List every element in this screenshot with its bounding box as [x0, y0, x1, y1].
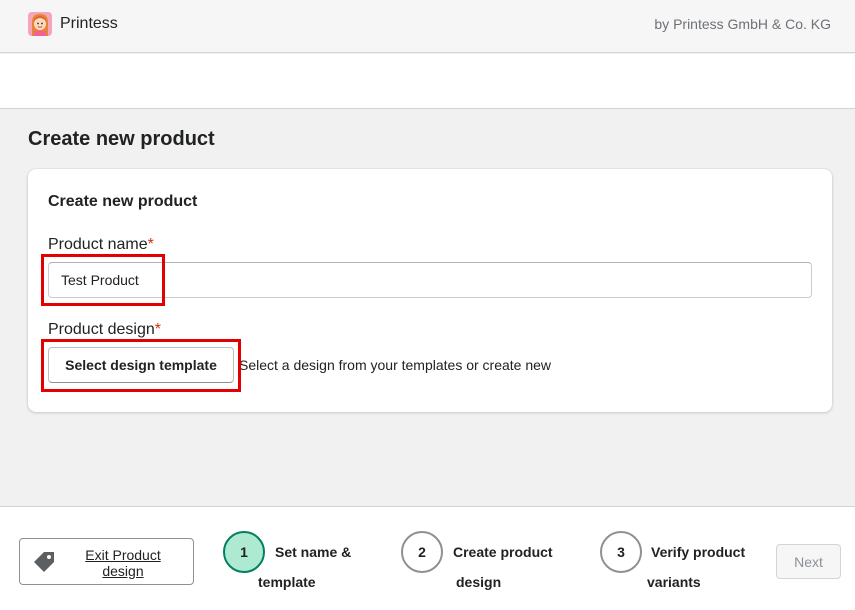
product-design-label-text: Product design — [48, 321, 155, 338]
step-2-circle: 2 — [401, 531, 443, 573]
required-marker: * — [154, 321, 161, 338]
step-3-label-line1: Verify product — [651, 544, 746, 560]
step-3-label-line2: variants — [647, 574, 701, 590]
printess-logo-icon — [28, 12, 52, 36]
select-design-hint: Select a design from your templates or c… — [239, 357, 552, 373]
card-title: Create new product — [48, 193, 198, 210]
publisher-text: by Printess GmbH & Co. KG — [654, 16, 831, 32]
select-design-template-button[interactable]: Select design template — [48, 347, 234, 383]
next-button[interactable]: Next — [776, 544, 841, 579]
product-name-input[interactable] — [48, 262, 812, 298]
create-product-card: Create new product Product name* Product… — [28, 169, 832, 412]
step-1-label-line2: template — [258, 574, 316, 590]
step-2-label-line1: Create product — [453, 544, 553, 560]
step-2-label-line2: design — [456, 574, 502, 590]
required-marker: * — [147, 236, 154, 253]
product-name-label-text: Product name — [48, 236, 148, 253]
product-name-label: Product name* — [48, 236, 154, 254]
wizard-footer: Exit Product design 1 Set name & templat… — [0, 506, 855, 610]
step-1-label-line1: Set name & — [275, 544, 352, 560]
exit-product-design-button[interactable]: Exit Product design — [19, 538, 194, 585]
app-title: Printess — [60, 15, 118, 32]
product-design-label: Product design* — [48, 321, 161, 339]
step-3-circle: 3 — [600, 531, 642, 573]
page-title: Create new product — [28, 128, 215, 150]
tag-icon — [33, 551, 55, 573]
toolbar-area — [0, 54, 855, 109]
app-header: Printess by Printess GmbH & Co. KG — [0, 0, 855, 53]
exit-button-label: Exit Product design — [85, 547, 161, 579]
